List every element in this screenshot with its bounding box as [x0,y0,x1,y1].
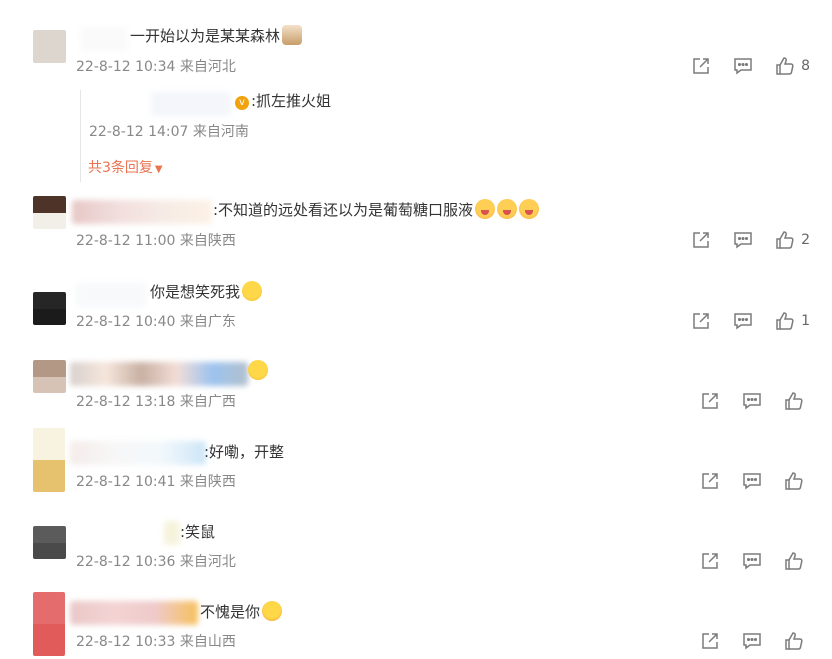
share-icon[interactable] [691,230,711,250]
comment-text-content: 你是想笑死我 [150,283,241,301]
cry-emoji-icon [519,199,540,219]
comment-text-content: 不愧是你 [200,603,261,621]
reply-block: v:抓左推火姐 22-8-12 14:07 来自河南 [80,90,331,182]
laugh-emoji-icon [242,281,263,301]
comment-actions: 8 [669,56,810,76]
share-icon[interactable] [700,471,720,491]
comment-meta: 22-8-12 10:36 来自河北 [76,554,236,570]
comment-actions: 2 [669,230,810,250]
cry-emoji-icon [475,199,496,219]
reply-text: v:抓左推火姐 [235,90,331,112]
verified-badge-icon: v [235,96,249,110]
more-replies-label: 共3条回复 [88,160,153,176]
comment-actions: 1 [669,311,810,331]
comment-icon[interactable] [733,311,753,331]
nickname-blurred [76,283,146,307]
comment-actions [678,471,810,491]
avatar[interactable] [33,292,66,325]
avatar[interactable] [33,526,66,559]
nickname-blurred [80,27,128,51]
comment-icon[interactable] [733,230,753,250]
comment-actions [678,551,810,571]
thumbs-up-icon [776,312,794,330]
view-more-replies-link[interactable]: 共3条回复 ▼ [88,157,163,177]
comment-actions [678,631,810,651]
comment-icon[interactable] [742,391,762,411]
avatar[interactable] [33,360,66,393]
comment-meta: 22-8-12 10:40 来自广东 [76,314,236,330]
comment-text: :笑鼠 [180,521,215,543]
like-button[interactable] [784,551,810,571]
like-count: 8 [801,58,810,74]
like-count: 1 [801,313,810,329]
comment-text-content: :不知道的远处看还以为是葡萄糖口服液 [213,201,474,219]
comment-meta: 22-8-12 11:00 来自陕西 [76,233,236,249]
thumbs-up-icon [785,392,803,410]
thumbs-up-icon [776,231,794,249]
like-button[interactable]: 1 [775,311,810,331]
comment-text: 一开始以为是某某森林 [130,25,303,47]
like-count: 2 [801,232,810,248]
thumbs-up-icon [776,57,794,75]
comment-meta: 22-8-12 10:41 来自陕西 [76,474,236,490]
comment-text: 你是想笑死我 [150,281,263,303]
share-icon[interactable] [700,551,720,571]
comment-text: 不愧是你 [200,601,283,623]
nickname-blurred [151,92,231,116]
laugh-emoji-icon [248,360,268,380]
share-icon[interactable] [700,631,720,651]
cat-emoji-icon [282,25,303,45]
comment-actions [678,391,810,411]
reply-text-content: :抓左推火姐 [251,92,332,110]
comment-icon[interactable] [742,551,762,571]
nickname-blurred [70,601,198,625]
comment-meta: 22-8-12 10:33 来自山西 [76,634,236,650]
star-eyes-emoji-icon [262,601,283,621]
share-icon[interactable] [691,311,711,331]
comment-icon[interactable] [742,471,762,491]
comment-meta: 22-8-12 13:18 来自广西 [76,394,236,410]
comment-text-content: :笑鼠 [180,523,216,541]
comment-text-content: 一开始以为是某某森林 [130,27,281,45]
thumbs-up-icon [785,552,803,570]
comment-meta: 22-8-12 10:34 来自河北 [76,59,236,75]
comment-icon[interactable] [742,631,762,651]
cry-emoji-icon [497,199,518,219]
nickname-blurred [164,521,180,545]
like-button[interactable] [784,391,810,411]
thumbs-up-icon [785,632,803,650]
like-button[interactable] [784,471,810,491]
share-icon[interactable] [691,56,711,76]
comment-text [246,360,268,382]
share-icon[interactable] [700,391,720,411]
avatar[interactable] [33,428,65,492]
thumbs-up-icon [785,472,803,490]
like-button[interactable]: 2 [775,230,810,250]
avatar[interactable] [33,196,66,229]
comment-text-content: :好嘞，开整 [204,443,285,461]
comment-icon[interactable] [733,56,753,76]
avatar[interactable] [33,30,66,63]
reply-meta: 22-8-12 14:07 来自河南 [89,124,249,140]
comment-text: :好嘞，开整 [204,441,284,463]
nickname-blurred [70,441,206,465]
chevron-down-icon: ▼ [154,164,163,175]
comment-text: :不知道的远处看还以为是葡萄糖口服液 [213,199,540,221]
avatar[interactable] [33,592,65,656]
nickname-blurred [72,200,212,224]
nickname-blurred [70,362,248,386]
like-button[interactable]: 8 [775,56,810,76]
like-button[interactable] [784,631,810,651]
